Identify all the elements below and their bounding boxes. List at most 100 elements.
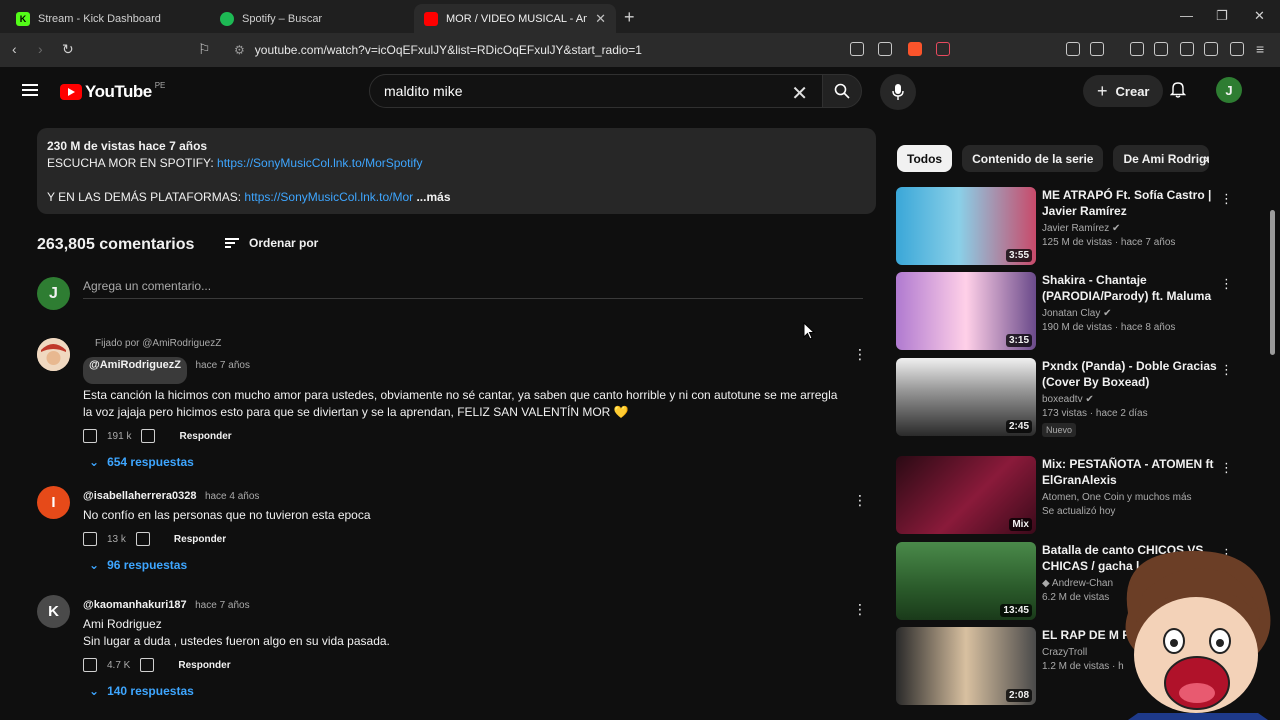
- video-channel[interactable]: Jonatan Clay ✔: [1042, 308, 1218, 319]
- extensions-icon[interactable]: [1066, 42, 1080, 56]
- music-icon[interactable]: [1130, 42, 1144, 56]
- recommended-video[interactable]: 3:55 ME ATRAPÓ Ft. Sofía Castro | Javier…: [896, 187, 1236, 267]
- clear-search-icon[interactable]: ✕: [791, 81, 808, 106]
- reload-icon[interactable]: ↻: [62, 41, 74, 58]
- comment-time[interactable]: hace 7 años: [195, 600, 250, 611]
- video-info: Shakira - Chantaje (PARODIA/Parody) ft. …: [1042, 272, 1218, 333]
- new-tab-icon[interactable]: +: [624, 7, 635, 28]
- video-thumbnail[interactable]: 2:45: [896, 358, 1036, 436]
- search-button[interactable]: [822, 74, 862, 108]
- comment-menu-icon[interactable]: ⋮: [853, 601, 867, 618]
- user-avatar: J: [37, 277, 70, 310]
- share-icon[interactable]: [878, 42, 892, 56]
- commenter-avatar[interactable]: K: [37, 595, 70, 628]
- menu-icon[interactable]: ≡: [1256, 41, 1264, 57]
- view-replies-button[interactable]: ⌄ 140 respuestas: [89, 684, 843, 698]
- notifications-bell-icon[interactable]: [1169, 81, 1187, 103]
- tab-kick[interactable]: K Stream - Kick Dashboard: [6, 4, 206, 33]
- video-menu-icon[interactable]: ⋮: [1220, 362, 1233, 378]
- video-menu-icon[interactable]: ⋮: [1220, 460, 1233, 476]
- chevron-down-icon: ⌄: [89, 455, 100, 469]
- spotify-link[interactable]: https://SonyMusicCol.lnk.to/MorSpotify: [217, 156, 422, 170]
- platforms-link[interactable]: https://SonyMusicCol.lnk.to/Mor: [244, 190, 413, 204]
- comment-author[interactable]: @AmiRodriguezZ: [83, 357, 188, 384]
- reply-button[interactable]: Responder: [174, 534, 226, 545]
- video-description[interactable]: 230 M de vistas hace 7 años ESCUCHA MOR …: [37, 128, 876, 214]
- create-button[interactable]: + Crear: [1083, 75, 1164, 107]
- video-channel[interactable]: boxeadtv ✔: [1042, 394, 1218, 405]
- chip-todos[interactable]: Todos: [897, 145, 953, 172]
- like-icon[interactable]: [83, 658, 97, 672]
- create-label: Crear: [1115, 83, 1150, 99]
- commenter-avatar[interactable]: I: [37, 486, 70, 519]
- tab-spotify[interactable]: Spotify – Buscar: [210, 4, 410, 33]
- leo-icon[interactable]: [1204, 42, 1218, 56]
- comment-author[interactable]: @kaomanhakuri187: [83, 599, 187, 611]
- like-icon[interactable]: [83, 429, 97, 443]
- account-avatar[interactable]: J: [1216, 77, 1242, 103]
- wallet-icon[interactable]: [1180, 42, 1194, 56]
- video-thumbnail[interactable]: Mix: [896, 456, 1036, 534]
- reply-button[interactable]: Responder: [179, 431, 231, 442]
- dislike-icon[interactable]: [135, 532, 150, 546]
- comment-time[interactable]: hace 4 años: [205, 491, 260, 502]
- comment-menu-icon[interactable]: ⋮: [853, 346, 867, 363]
- site-info-icon[interactable]: ⚙: [234, 43, 245, 57]
- screenshot-icon[interactable]: [1090, 42, 1104, 56]
- video-thumbnail[interactable]: 2:08: [896, 627, 1036, 705]
- cast-icon[interactable]: [850, 42, 864, 56]
- comment-author[interactable]: @isabellaherrera0328: [83, 490, 196, 502]
- recommended-video[interactable]: Mix Mix: PESTAÑOTA - ATOMEN ft ElGranAle…: [896, 456, 1236, 536]
- view-replies-button[interactable]: ⌄ 654 respuestas: [89, 455, 843, 469]
- description-text: ESCUCHA MOR EN SPOTIFY:: [47, 156, 218, 170]
- chip-channel[interactable]: De Ami Rodrigue: [1113, 145, 1210, 172]
- forward-icon[interactable]: ›: [38, 41, 43, 57]
- reply-button[interactable]: Responder: [178, 660, 230, 671]
- show-more-button[interactable]: ...más: [416, 190, 450, 204]
- close-window-icon[interactable]: ✕: [1254, 8, 1265, 24]
- view-replies-button[interactable]: ⌄ 96 respuestas: [89, 558, 843, 572]
- video-title[interactable]: Mix: PESTAÑOTA - ATOMEN ft ElGranAlexis: [1042, 456, 1218, 488]
- video-channel[interactable]: Javier Ramírez ✔: [1042, 223, 1218, 234]
- tab-youtube[interactable]: MOR / VIDEO MUSICAL - Ami Ro ✕: [414, 4, 616, 33]
- back-icon[interactable]: ‹: [12, 41, 17, 57]
- youtube-logo[interactable]: YouTube PE: [60, 81, 165, 102]
- dislike-icon[interactable]: [141, 429, 156, 443]
- brave-rewards-icon[interactable]: [936, 42, 950, 56]
- streamer-avatar-overlay: [1108, 543, 1280, 720]
- tab-label: MOR / VIDEO MUSICAL - Ami Ro: [446, 12, 587, 25]
- video-title[interactable]: Shakira - Chantaje (PARODIA/Parody) ft. …: [1042, 272, 1218, 304]
- video-menu-icon[interactable]: ⋮: [1220, 191, 1233, 207]
- recommended-video[interactable]: 2:45 Pxndx (Panda) - Doble Gracias (Cove…: [896, 358, 1236, 448]
- voice-search-button[interactable]: [880, 74, 916, 110]
- recommended-video[interactable]: 3:15 Shakira - Chantaje (PARODIA/Parody)…: [896, 272, 1236, 352]
- dislike-icon[interactable]: [140, 658, 155, 672]
- chevron-right-icon[interactable]: ›: [1204, 150, 1209, 166]
- video-title[interactable]: ME ATRAPÓ Ft. Sofía Castro | Javier Ramí…: [1042, 187, 1218, 219]
- minimize-icon[interactable]: —: [1180, 8, 1193, 23]
- youtube-header: YouTube PE maldito mike ✕ + Crear J: [0, 67, 1280, 115]
- sidebar-icon[interactable]: [1154, 42, 1168, 56]
- hamburger-menu-icon[interactable]: [22, 84, 38, 96]
- commenter-avatar[interactable]: [37, 338, 70, 371]
- like-icon[interactable]: [83, 532, 97, 546]
- sort-button[interactable]: Ordenar por: [225, 236, 318, 250]
- maximize-icon[interactable]: ❐: [1216, 8, 1228, 24]
- video-channel[interactable]: Atomen, One Coin y muchos más: [1042, 492, 1218, 503]
- chip-series[interactable]: Contenido de la serie: [962, 145, 1104, 172]
- comment-time[interactable]: hace 7 años: [195, 360, 250, 371]
- bookmark-icon[interactable]: ⚐: [198, 41, 211, 58]
- video-menu-icon[interactable]: ⋮: [1220, 276, 1233, 292]
- video-thumbnail[interactable]: 13:45: [896, 542, 1036, 620]
- page-scrollbar[interactable]: [1270, 210, 1275, 355]
- video-title[interactable]: Pxndx (Panda) - Doble Gracias (Cover By …: [1042, 358, 1218, 390]
- video-thumbnail[interactable]: 3:15: [896, 272, 1036, 350]
- add-comment-input[interactable]: Agrega un comentario...: [83, 279, 863, 299]
- search-input[interactable]: maldito mike ✕: [369, 74, 823, 108]
- vpn-icon[interactable]: [1230, 42, 1244, 56]
- video-thumbnail[interactable]: 3:55: [896, 187, 1036, 265]
- close-tab-icon[interactable]: ✕: [595, 11, 606, 27]
- tab-label: Stream - Kick Dashboard: [38, 12, 161, 25]
- brave-shield-icon[interactable]: [908, 42, 922, 56]
- comment-menu-icon[interactable]: ⋮: [853, 492, 867, 509]
